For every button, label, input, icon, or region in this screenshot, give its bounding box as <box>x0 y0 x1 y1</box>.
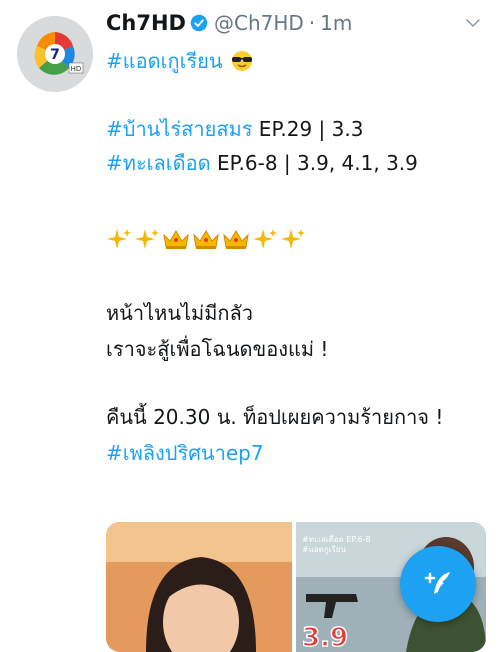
rating-text: EP.29 | 3.3 <box>252 117 364 141</box>
hashtag-link[interactable]: #บ้านไร่สายสมร <box>106 117 252 141</box>
display-name[interactable]: Ch7HD <box>106 11 186 35</box>
tweet-body: #แอดเกูเรียน #บ้านไร่สายสมร EP.29 | 3.3 … <box>106 46 486 468</box>
crown-emoji <box>193 230 219 249</box>
media-caption: #ทะเลเดือด EP.6-8 <box>302 535 371 544</box>
tweet-text-line: คืนนี้ 20.30 น. ท็อปเผยความร้ายกาจ ! <box>106 405 444 429</box>
tweet-text-line: เราจะสู้เพื่อโฉนดของแม่ ! <box>106 337 329 361</box>
hashtag-link[interactable]: #ทะเลเดือด <box>106 151 211 175</box>
compose-tweet-button[interactable] <box>400 546 476 622</box>
avatar[interactable]: 7 HD <box>17 16 93 92</box>
media-image-1[interactable] <box>106 522 292 652</box>
ch7-logo-icon: 7 HD <box>17 16 93 92</box>
crown-emoji <box>223 230 249 249</box>
sparkles-emoji <box>281 229 305 249</box>
tweet-text-line: หน้าไหนไม่มีกลัว <box>106 301 254 325</box>
svg-text:HD: HD <box>71 65 82 73</box>
compose-tweet-icon <box>424 572 450 594</box>
sunglasses-emoji <box>229 49 255 73</box>
hashtag-link[interactable]: #เพลิงปริศนาep7 <box>106 441 264 465</box>
tweet-header: Ch7HD @Ch7HD · 1m <box>106 8 482 38</box>
chevron-down-icon[interactable] <box>464 14 482 36</box>
crown-emoji <box>163 230 189 249</box>
hashtag-link[interactable]: #แอดเกูเรียน <box>106 49 223 73</box>
separator-dot: · <box>308 11 316 35</box>
rating-text: EP.6-8 | 3.9, 4.1, 3.9 <box>210 151 418 175</box>
sparkles-emoji <box>107 229 131 249</box>
timestamp[interactable]: 1m <box>320 11 352 35</box>
user-handle[interactable]: @Ch7HD <box>214 11 304 35</box>
sparkles-emoji <box>135 229 159 249</box>
sparkles-emoji <box>253 229 277 249</box>
verified-badge-icon <box>190 14 208 32</box>
svg-text:7: 7 <box>50 47 60 63</box>
emoji-row <box>106 224 486 254</box>
media-rating: 3.9 <box>302 623 348 652</box>
media-caption-tag: #แอดกูเรียน <box>302 545 346 555</box>
